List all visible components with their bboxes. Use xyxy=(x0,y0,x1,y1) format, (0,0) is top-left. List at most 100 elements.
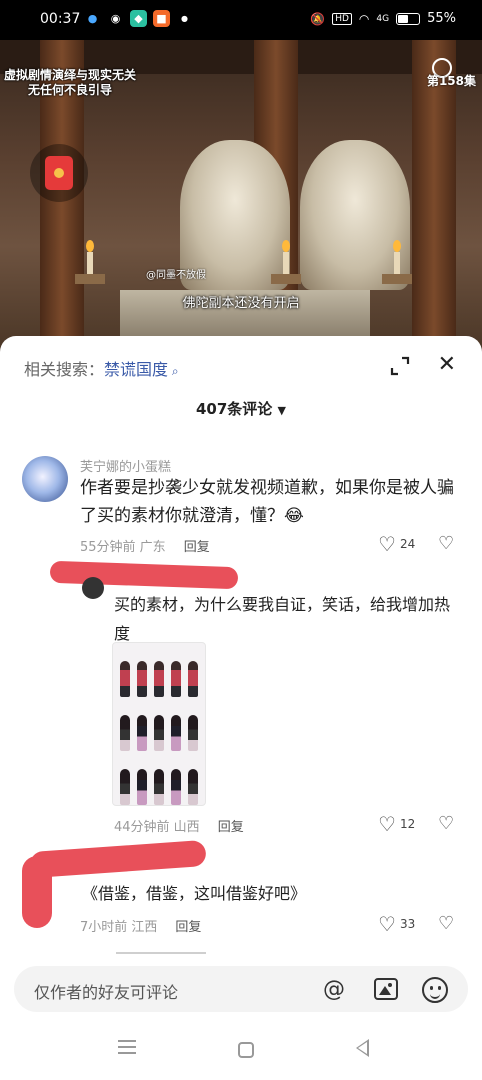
like-count: 33 xyxy=(399,917,416,931)
comment-time-location: 7小时前 江西 xyxy=(80,920,158,935)
caret-down-icon: ▼ xyxy=(277,404,286,417)
episode-label: 第158集 xyxy=(426,74,476,88)
redaction-scribble xyxy=(22,856,52,928)
comment-sheet: 相关搜索：禁谎国度 ⌕ ✕ 407条评论 ▼ 芙宁娜的小蛋糕 作者要是抄袭少女就… xyxy=(0,336,482,1080)
candle xyxy=(87,252,93,274)
figure xyxy=(188,769,199,805)
red-packet-button[interactable] xyxy=(30,144,88,202)
comment-image[interactable] xyxy=(112,642,206,806)
like-button[interactable]: ♡ 24 xyxy=(378,534,415,554)
video-player[interactable]: 虚拟剧情演绎与现实无关 无任何不良引导 第158集 @同墨不放假 佛陀副本还没有… xyxy=(0,0,482,352)
like-count: 24 xyxy=(399,537,416,551)
figure xyxy=(153,661,164,697)
comment-text: 作者要是抄袭少女就发视频道歉，如果你是被人骗了买的素材你就澄清，懂？😂 xyxy=(80,478,454,526)
reply-button[interactable]: 回复 xyxy=(175,920,201,935)
figure xyxy=(136,769,147,805)
reply-button[interactable]: 回复 xyxy=(218,820,244,835)
expand-replies-divider xyxy=(116,952,206,958)
comment-count-label: 407条评论 xyxy=(195,400,273,418)
image-row xyxy=(113,697,205,751)
figure xyxy=(119,715,130,751)
image-row xyxy=(113,643,205,697)
redaction-scribble xyxy=(29,839,207,879)
wechat-icon: ◉ xyxy=(110,12,121,25)
mute-icon: 🔕 xyxy=(310,11,326,26)
status-time: 00:37 xyxy=(40,11,81,27)
battery-percent: 55% xyxy=(427,11,456,26)
image-icon[interactable] xyxy=(374,978,398,1000)
candle-flame xyxy=(86,240,94,252)
like-button[interactable]: ♡ 33 xyxy=(378,914,415,934)
related-search-label: 相关搜索： xyxy=(24,360,105,379)
search-icon: ⌕ xyxy=(168,364,179,378)
figure xyxy=(119,661,130,697)
figure xyxy=(153,715,164,751)
notification-icons: ● ◉ ◆ ■ ● xyxy=(84,10,193,27)
back-icon[interactable] xyxy=(356,1039,369,1057)
comment-text: 买的素材，为什么要我自证，笑话，给我增加热度 xyxy=(114,595,451,643)
candle-flame xyxy=(282,240,290,252)
comment-meta: 44分钟前 山西 回复 xyxy=(114,816,244,835)
video-watermark: @同墨不放假 xyxy=(146,270,206,281)
figure xyxy=(171,769,182,805)
dislike-icon[interactable]: ♡ xyxy=(438,533,454,554)
disclaimer-line: 无任何不良引导 xyxy=(28,83,113,97)
status-bar: 00:37 ● ◉ ◆ ■ ● 🔕 HD ◠ 4G 55% xyxy=(0,0,482,40)
figure xyxy=(171,715,182,751)
wifi-icon: ◠ xyxy=(358,11,370,26)
video-subtitle: 佛陀副本还没有开启 xyxy=(182,296,300,311)
figure xyxy=(136,661,147,697)
figure xyxy=(171,661,182,697)
dot-icon: ● xyxy=(181,14,188,23)
candle-flame xyxy=(393,240,401,252)
heart-icon: ♡ xyxy=(378,912,396,936)
system-nav-bar xyxy=(0,1020,482,1080)
candle-stand xyxy=(271,274,301,284)
figure xyxy=(188,661,199,697)
avatar[interactable] xyxy=(82,577,104,599)
emoji-icon[interactable] xyxy=(422,977,448,1003)
app-icon: ◆ xyxy=(130,10,147,27)
candle-stand xyxy=(75,274,105,284)
figure xyxy=(119,769,130,805)
redaction-scribble xyxy=(49,560,239,590)
red-packet-icon xyxy=(45,156,73,190)
comment-input-placeholder: 仅作者的好友可评论 xyxy=(34,983,179,1002)
related-search[interactable]: 相关搜索：禁谎国度 ⌕ xyxy=(24,356,179,380)
mention-icon[interactable]: @ xyxy=(320,976,348,1004)
qq-icon: ● xyxy=(87,12,98,25)
status-indicators: 🔕 HD ◠ 4G 55% xyxy=(310,11,456,26)
disclaimer-overlay: 虚拟剧情演绎与现实无关 无任何不良引导 xyxy=(4,68,136,98)
signal-icon: 4G xyxy=(376,13,390,24)
heart-icon: ♡ xyxy=(378,532,396,556)
close-icon[interactable]: ✕ xyxy=(438,352,456,377)
candle-stand xyxy=(382,274,412,284)
comment-text: 《借鉴，借鉴，这叫借鉴好吧》 xyxy=(82,884,307,903)
disclaimer-line: 虚拟剧情演绎与现实无关 xyxy=(4,68,137,82)
candle xyxy=(394,252,400,274)
comment-author[interactable]: 芙宁娜的小蛋糕 xyxy=(80,456,171,475)
heart-icon: ♡ xyxy=(378,812,396,836)
dislike-icon[interactable]: ♡ xyxy=(438,913,454,934)
figure xyxy=(153,769,164,805)
reply-button[interactable]: 回复 xyxy=(184,540,210,555)
expand-icon[interactable] xyxy=(390,356,410,376)
avatar[interactable] xyxy=(22,456,68,502)
like-button[interactable]: ♡ 12 xyxy=(378,814,415,834)
like-count: 12 xyxy=(399,817,416,831)
battery-fill xyxy=(398,14,409,23)
image-row xyxy=(113,751,205,805)
related-search-keyword[interactable]: 禁谎国度 xyxy=(104,360,168,379)
comment-count[interactable]: 407条评论 ▼ xyxy=(0,398,482,419)
comment-input-bar[interactable]: 仅作者的好友可评论 @ xyxy=(14,966,468,1012)
comment-time-location: 44分钟前 山西 xyxy=(114,820,200,835)
hd-icon: HD xyxy=(332,12,352,25)
comment-time-location: 55分钟前 广东 xyxy=(80,540,166,555)
dislike-icon[interactable]: ♡ xyxy=(438,813,454,834)
app-icon: ■ xyxy=(153,10,170,27)
home-icon[interactable] xyxy=(238,1042,254,1058)
figure xyxy=(188,715,199,751)
battery-icon xyxy=(396,12,421,25)
candle xyxy=(283,252,289,274)
recents-icon[interactable] xyxy=(118,1040,136,1054)
